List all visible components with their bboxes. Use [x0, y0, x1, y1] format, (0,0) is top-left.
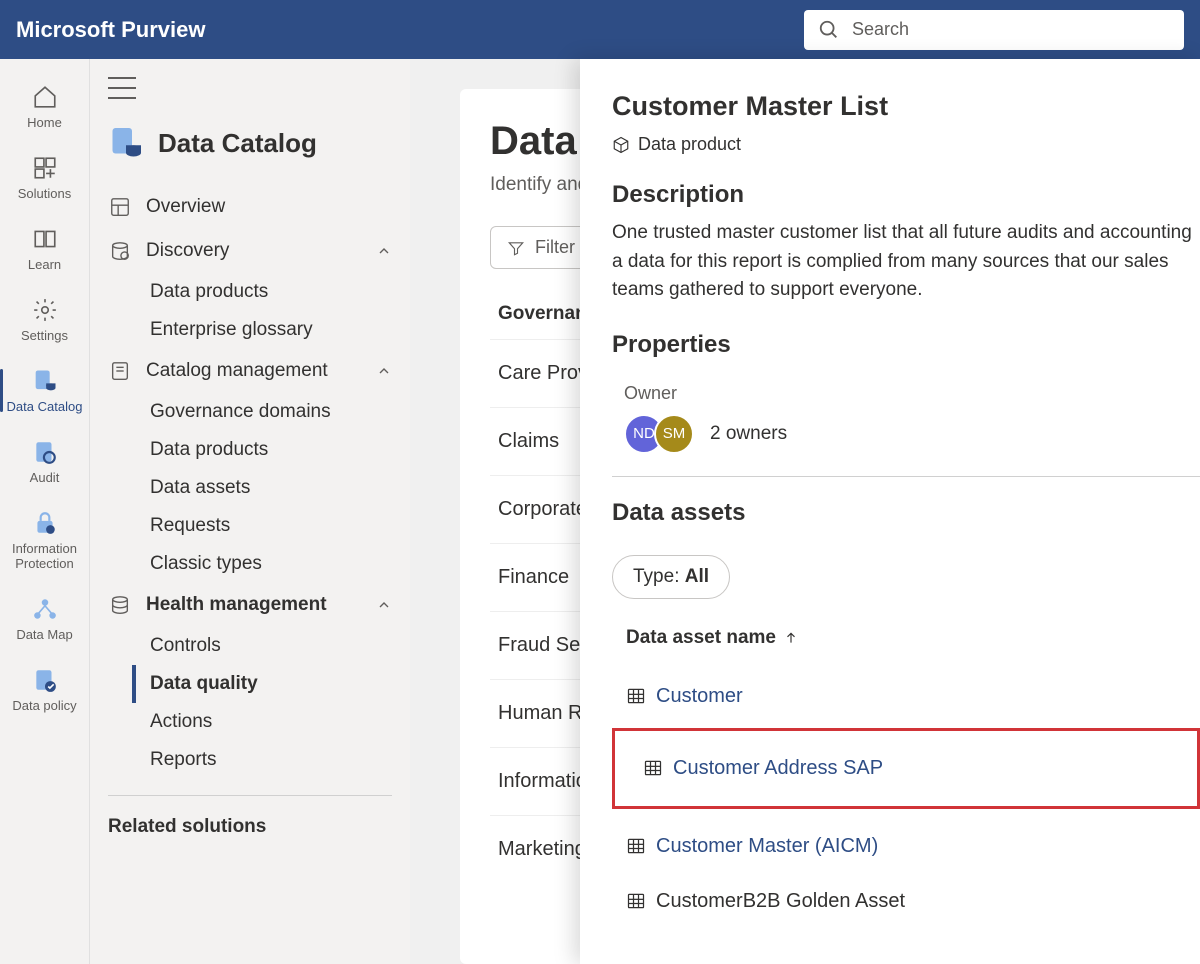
nav-data-assets[interactable]: Data assets [108, 469, 392, 507]
panel-title: Customer Master List [612, 91, 1200, 122]
cube-icon [612, 136, 630, 154]
rail-data-policy[interactable]: Data policy [5, 662, 85, 717]
rail-home[interactable]: Home [5, 79, 85, 134]
chevron-up-icon [376, 243, 392, 259]
chevron-up-icon [376, 597, 392, 613]
overview-icon [108, 195, 132, 219]
rail-label: Audit [30, 470, 60, 485]
chevron-up-icon [376, 363, 392, 379]
nav-actions[interactable]: Actions [108, 703, 392, 741]
type-filter-pill[interactable]: Type: All [612, 555, 730, 599]
health-icon [108, 593, 132, 617]
data-product-badge: Data product [612, 134, 1200, 155]
nav-data-products[interactable]: Data products [108, 273, 392, 311]
sidebar-title: Data Catalog [158, 128, 317, 159]
catalog-mgmt-icon [108, 359, 132, 383]
sort-asc-icon [784, 631, 798, 645]
description-heading: Description [612, 181, 1200, 209]
nav-health-management[interactable]: Health management [108, 583, 392, 627]
home-icon [31, 83, 59, 111]
divider [612, 476, 1200, 477]
left-rail: Home Solutions Learn Settings Data Catal… [0, 59, 90, 964]
rail-label: Information Protection [5, 541, 85, 571]
type-value: All [685, 566, 709, 587]
description-text: One trusted master customer list that al… [612, 219, 1200, 305]
gear-icon [31, 296, 59, 324]
rail-audit[interactable]: Audit [5, 434, 85, 489]
asset-row[interactable]: Customer [612, 669, 1200, 724]
nav-label: Health management [146, 594, 327, 616]
badge-label: Data product [638, 134, 741, 155]
nav-overview[interactable]: Overview [108, 185, 392, 229]
search-box[interactable] [804, 10, 1184, 50]
asset-name: CustomerB2B Golden Asset [656, 890, 905, 913]
rail-solutions[interactable]: Solutions [5, 150, 85, 205]
rail-label: Data policy [12, 698, 76, 713]
avatar: SM [654, 414, 694, 454]
table-icon [626, 836, 646, 856]
nav-controls[interactable]: Controls [108, 627, 392, 665]
asset-column-header[interactable]: Data asset name [626, 627, 1200, 649]
rail-label: Learn [28, 257, 61, 272]
search-input[interactable] [852, 19, 1170, 40]
rail-settings[interactable]: Settings [5, 292, 85, 347]
table-icon [626, 686, 646, 706]
nav-requests[interactable]: Requests [108, 507, 392, 545]
search-icon [818, 19, 840, 41]
rail-label: Solutions [18, 186, 71, 201]
discovery-icon [108, 239, 132, 263]
owners-row: NDSM 2 owners [624, 414, 1200, 454]
rail-label: Data Map [16, 627, 72, 642]
catalog-icon [108, 125, 144, 161]
rail-label: Settings [21, 328, 68, 343]
data-assets-heading: Data assets [612, 499, 1200, 527]
detail-panel: Customer Master List Data product Descri… [580, 59, 1200, 964]
grid-icon [31, 154, 59, 182]
nav-label: Catalog management [146, 360, 328, 382]
highlighted-asset: Customer Address SAP [612, 728, 1200, 809]
asset-name: Customer [656, 685, 743, 708]
nav-data-quality[interactable]: Data quality [132, 665, 392, 703]
nav-data-products-2[interactable]: Data products [108, 431, 392, 469]
column-label: Data asset name [626, 627, 776, 649]
nav-governance-domains[interactable]: Governance domains [108, 393, 392, 431]
nav-catalog-management[interactable]: Catalog management [108, 349, 392, 393]
asset-row[interactable]: Customer Address SAP [629, 741, 1183, 796]
app-title: Microsoft Purview [16, 17, 205, 43]
asset-name: Customer Master (AICM) [656, 835, 878, 858]
rail-label: Data Catalog [7, 399, 83, 414]
rail-learn[interactable]: Learn [5, 221, 85, 276]
properties-heading: Properties [612, 331, 1200, 359]
catalog-icon [31, 367, 59, 395]
nav-label: Discovery [146, 240, 229, 262]
map-icon [31, 595, 59, 623]
audit-icon [31, 438, 59, 466]
rail-data-catalog[interactable]: Data Catalog [5, 363, 85, 418]
asset-name: Customer Address SAP [673, 757, 883, 780]
sidebar: Data Catalog Overview Discovery Data pro… [90, 59, 410, 964]
rail-info-protection[interactable]: Information Protection [5, 505, 85, 575]
related-solutions-heading: Related solutions [108, 812, 392, 838]
type-label: Type: [633, 566, 685, 587]
asset-row[interactable]: Customer Master (AICM) [612, 819, 1200, 874]
rail-data-map[interactable]: Data Map [5, 591, 85, 646]
table-icon [626, 891, 646, 911]
hamburger-icon[interactable] [108, 77, 136, 99]
lock-icon [31, 509, 59, 537]
filter-icon [507, 239, 525, 257]
nav-enterprise-glossary[interactable]: Enterprise glossary [108, 311, 392, 349]
divider [108, 795, 392, 796]
policy-icon [31, 666, 59, 694]
table-icon [643, 758, 663, 778]
owner-label: Owner [624, 383, 1200, 404]
owners-count: 2 owners [710, 423, 787, 445]
asset-row: CustomerB2B Golden Asset [612, 874, 1200, 929]
nav-reports[interactable]: Reports [108, 741, 392, 779]
nav-classic-types[interactable]: Classic types [108, 545, 392, 583]
nav-discovery[interactable]: Discovery [108, 229, 392, 273]
nav-label: Overview [146, 196, 225, 218]
book-icon [31, 225, 59, 253]
rail-label: Home [27, 115, 62, 130]
top-bar: Microsoft Purview [0, 0, 1200, 59]
